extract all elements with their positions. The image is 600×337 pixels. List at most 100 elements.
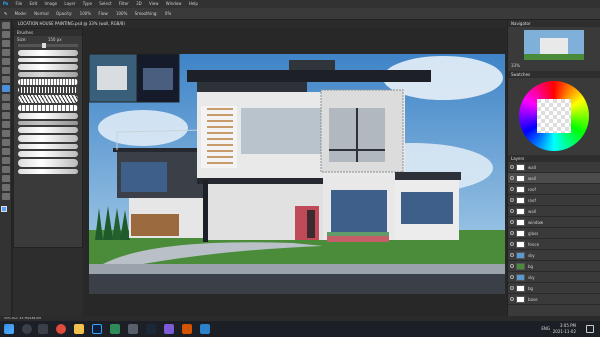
visibility-icon[interactable] bbox=[510, 275, 514, 279]
app-icon[interactable] bbox=[146, 324, 156, 334]
brush-preset[interactable] bbox=[18, 95, 78, 103]
menu-edit[interactable]: Edit bbox=[27, 0, 41, 8]
zoom-tool-icon[interactable] bbox=[1, 193, 10, 200]
task-view-icon[interactable] bbox=[38, 324, 48, 334]
brush-preset[interactable] bbox=[18, 105, 78, 111]
layer-row-selected[interactable]: wall bbox=[508, 173, 600, 184]
eraser-tool-icon[interactable] bbox=[1, 112, 10, 119]
smoothing-value[interactable]: 0% bbox=[165, 8, 171, 19]
clone-tool-icon[interactable] bbox=[1, 94, 10, 101]
mode-select[interactable]: Normal bbox=[34, 8, 48, 19]
canvas-area[interactable] bbox=[83, 28, 507, 316]
layers-title[interactable]: Layers bbox=[508, 155, 600, 162]
healing-tool-icon[interactable] bbox=[1, 76, 10, 83]
eyedropper-tool-icon[interactable] bbox=[1, 67, 10, 74]
brush-size-slider[interactable] bbox=[18, 43, 78, 48]
app-icon[interactable] bbox=[200, 324, 210, 334]
visibility-icon[interactable] bbox=[510, 253, 514, 257]
hand-tool-icon[interactable] bbox=[1, 184, 10, 191]
menu-type[interactable]: Type bbox=[80, 0, 95, 8]
crop-tool-icon[interactable] bbox=[1, 58, 10, 65]
gradient-tool-icon[interactable] bbox=[1, 121, 10, 128]
file-explorer-icon[interactable] bbox=[74, 324, 84, 334]
app-icon[interactable] bbox=[164, 324, 174, 334]
magic-wand-tool-icon[interactable] bbox=[1, 49, 10, 56]
blur-tool-icon[interactable] bbox=[1, 130, 10, 137]
layer-row[interactable]: wall bbox=[508, 206, 600, 217]
menu-layer[interactable]: Layer bbox=[61, 0, 78, 8]
visibility-icon[interactable] bbox=[510, 220, 514, 224]
app-icon[interactable] bbox=[182, 324, 192, 334]
brush-tool-icon[interactable]: ✎ bbox=[4, 8, 7, 19]
dodge-tool-icon[interactable] bbox=[1, 139, 10, 146]
visibility-icon[interactable] bbox=[510, 176, 514, 180]
photoshop-taskbar-icon[interactable] bbox=[92, 324, 102, 334]
menu-help[interactable]: Help bbox=[186, 0, 201, 8]
brush-panel-title[interactable]: Brushes bbox=[14, 29, 82, 36]
foreground-color[interactable] bbox=[1, 206, 7, 212]
visibility-icon[interactable] bbox=[510, 297, 514, 301]
layer-row[interactable]: window bbox=[508, 217, 600, 228]
menu-image[interactable]: Image bbox=[42, 0, 61, 8]
layer-row[interactable]: sky bbox=[508, 272, 600, 283]
layer-row[interactable]: bg bbox=[508, 283, 600, 294]
clock[interactable]: 3:05 PM 2021-11-02 bbox=[553, 323, 576, 335]
layer-row[interactable]: glass bbox=[508, 228, 600, 239]
brush-size-value[interactable]: 150 px bbox=[48, 37, 62, 42]
brush-preset[interactable] bbox=[18, 151, 78, 157]
type-tool-icon[interactable] bbox=[1, 157, 10, 164]
menu-window[interactable]: Window bbox=[163, 0, 185, 8]
brush-preset[interactable] bbox=[18, 135, 78, 142]
brush-preset[interactable] bbox=[18, 144, 78, 149]
app-icon[interactable] bbox=[110, 324, 120, 334]
brush-preset[interactable] bbox=[18, 113, 78, 119]
brush-preset[interactable] bbox=[18, 87, 78, 93]
layer-row[interactable]: wall bbox=[508, 162, 600, 173]
visibility-icon[interactable] bbox=[510, 209, 514, 213]
history-brush-tool-icon[interactable] bbox=[1, 103, 10, 110]
menu-filter[interactable]: Filter bbox=[116, 0, 132, 8]
layer-row[interactable]: fence bbox=[508, 239, 600, 250]
brush-tool-icon[interactable] bbox=[1, 85, 10, 92]
visibility-icon[interactable] bbox=[510, 286, 514, 290]
color-swatches[interactable] bbox=[1, 206, 10, 215]
menu-select[interactable]: Select bbox=[96, 0, 114, 8]
flow-value[interactable]: 100% bbox=[116, 8, 127, 19]
brush-preset[interactable] bbox=[18, 121, 78, 125]
layer-row[interactable]: roof bbox=[508, 195, 600, 206]
menu-3d[interactable]: 3D bbox=[133, 0, 145, 8]
navigator-zoom[interactable]: 33% bbox=[508, 63, 600, 69]
navigator-preview[interactable] bbox=[524, 30, 584, 60]
visibility-icon[interactable] bbox=[510, 242, 514, 246]
navigator-title[interactable]: Navigator bbox=[508, 20, 600, 27]
lasso-tool-icon[interactable] bbox=[1, 40, 10, 47]
swatches-title[interactable]: Swatches bbox=[508, 71, 600, 78]
document-tab[interactable]: LOCATION HOUSE PAINTING.psd @ 33% (wall,… bbox=[14, 20, 507, 28]
search-icon[interactable] bbox=[22, 324, 32, 334]
visibility-icon[interactable] bbox=[510, 198, 514, 202]
brush-size-slider-handle[interactable] bbox=[42, 43, 46, 48]
brush-preset[interactable] bbox=[18, 64, 78, 70]
visibility-icon[interactable] bbox=[510, 264, 514, 268]
menu-view[interactable]: View bbox=[146, 0, 162, 8]
visibility-icon[interactable] bbox=[510, 231, 514, 235]
layer-row[interactable]: base bbox=[508, 294, 600, 305]
color-wheel[interactable] bbox=[519, 81, 589, 151]
layer-row[interactable]: sky bbox=[508, 250, 600, 261]
visibility-icon[interactable] bbox=[510, 187, 514, 191]
brush-preset[interactable] bbox=[18, 72, 78, 77]
brush-preset[interactable] bbox=[18, 58, 78, 62]
move-tool-icon[interactable] bbox=[1, 22, 10, 29]
path-selection-tool-icon[interactable] bbox=[1, 166, 10, 173]
notification-icon[interactable] bbox=[586, 325, 594, 333]
browser-icon[interactable] bbox=[56, 324, 66, 334]
brush-preset[interactable] bbox=[18, 127, 78, 133]
language-indicator[interactable]: ENG bbox=[541, 326, 550, 331]
shape-tool-icon[interactable] bbox=[1, 175, 10, 182]
brush-preset[interactable] bbox=[18, 79, 78, 85]
app-icon[interactable] bbox=[128, 324, 138, 334]
layer-row[interactable]: roof bbox=[508, 184, 600, 195]
windows-start-icon[interactable] bbox=[4, 324, 14, 334]
marquee-tool-icon[interactable] bbox=[1, 31, 10, 38]
pen-tool-icon[interactable] bbox=[1, 148, 10, 155]
